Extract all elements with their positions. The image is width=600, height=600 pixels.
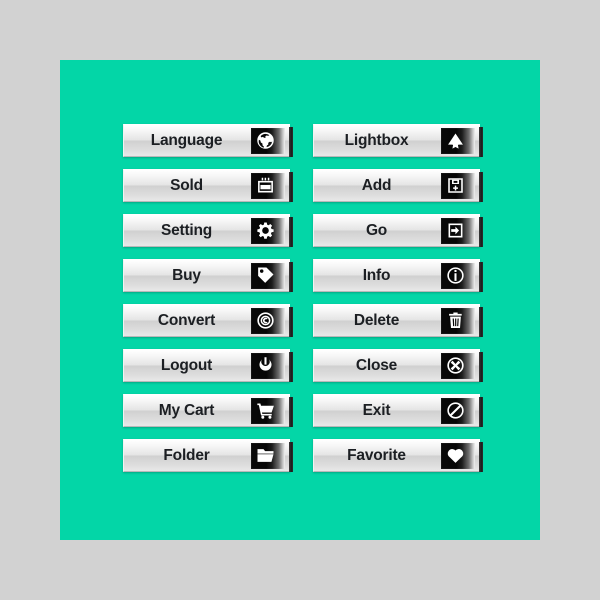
button-convert[interactable]: Convert [123,304,293,337]
button-label: Sold [170,176,203,194]
button-label: Go [365,221,388,239]
sold-tag-icon [251,172,285,199]
button-label: Exit [362,401,391,419]
price-tag-icon [251,262,285,289]
folder-icon [251,442,285,469]
close-x-circle-icon [441,352,475,379]
lightbox-star-icon [441,127,475,154]
button-label: Buy [172,266,201,284]
button-folder[interactable]: Folder [123,439,293,472]
button-label: Logout [160,356,213,374]
button-go[interactable]: Go [313,214,483,247]
heart-icon [441,442,475,469]
button-close[interactable]: Close [313,349,483,382]
button-label: Add [361,176,392,194]
screenshot-canvas: Language Lightbox Sold Add Setting Go Buy Info C… [0,0,600,600]
button-setting[interactable]: Setting [123,214,293,247]
button-label: Convert [157,311,216,329]
button-label: Delete [353,311,400,329]
button-label: Language [150,131,223,149]
power-icon [251,352,285,379]
button-label: Info [362,266,391,284]
button-label: Close [355,356,398,374]
gear-icon [251,217,285,244]
button-label: Lightbox [344,131,409,149]
trash-icon [441,307,475,334]
button-add[interactable]: Add [313,169,483,202]
button-exit[interactable]: Exit [313,394,483,427]
enter-arrow-icon [441,217,475,244]
button-label: My Cart [158,401,215,419]
button-lightbox[interactable]: Lightbox [313,124,483,157]
button-my-cart[interactable]: My Cart [123,394,293,427]
button-info[interactable]: Info [313,259,483,292]
globe-icon [251,127,285,154]
button-buy[interactable]: Buy [123,259,293,292]
teal-panel: Language Lightbox Sold Add Setting Go Buy Info C… [60,60,540,540]
button-favorite[interactable]: Favorite [313,439,483,472]
button-label: Setting [160,221,213,239]
button-label: Favorite [347,446,406,464]
info-circle-icon [441,262,475,289]
button-delete[interactable]: Delete [313,304,483,337]
copyright-circle-icon [251,307,285,334]
button-language[interactable]: Language [123,124,293,157]
button-grid: Language Lightbox Sold Add Setting Go Buy Info C… [123,124,483,472]
button-logout[interactable]: Logout [123,349,293,382]
button-sold[interactable]: Sold [123,169,293,202]
shopping-cart-icon [251,397,285,424]
prohibited-icon [441,397,475,424]
button-label: Folder [163,446,210,464]
save-plus-icon [441,172,475,199]
